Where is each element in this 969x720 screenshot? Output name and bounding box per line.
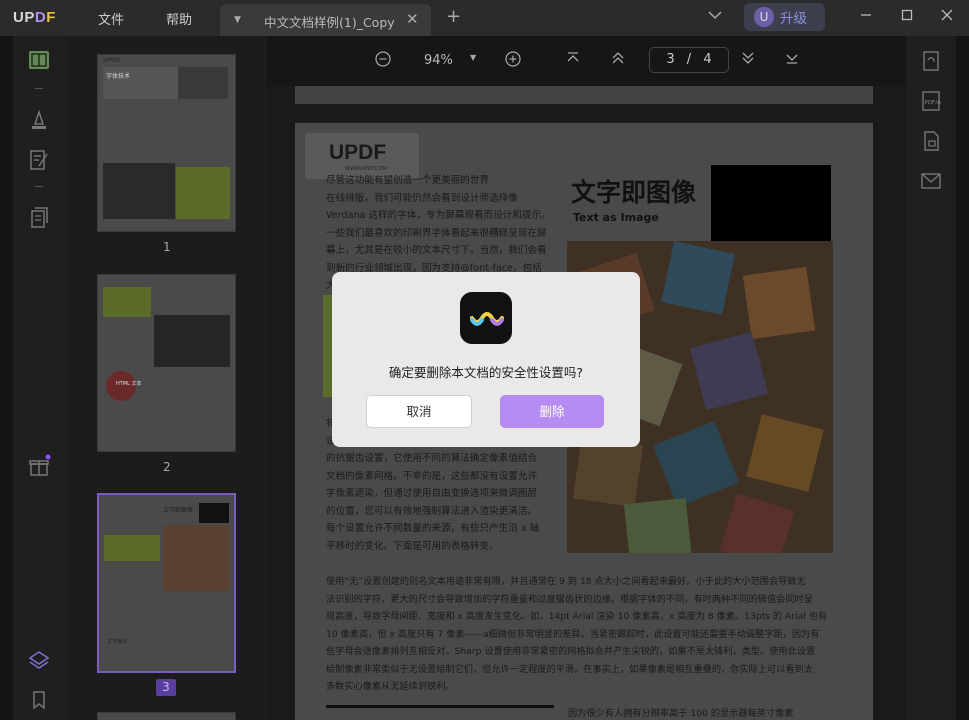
thumb-black-block xyxy=(199,503,229,523)
reader-icon[interactable] xyxy=(27,48,51,72)
menu-help[interactable]: 帮助 xyxy=(166,9,192,28)
tab-title: 中文文档样例(1)_Copy xyxy=(264,15,395,30)
pdfa-icon[interactable]: PDF/A xyxy=(920,90,942,112)
view-toolbar: 94% ▼ 3 / 4 xyxy=(267,36,906,86)
thumb-title: 字体技术 xyxy=(106,73,131,80)
edit-icon[interactable] xyxy=(27,148,51,172)
page-thumbnail-3[interactable]: 文字即图像 文字输出 xyxy=(97,493,236,673)
thumb-image xyxy=(178,67,228,99)
text-line: 幕上，尤其是在较小的文本尺寸下。当然，我们会看 xyxy=(326,245,547,256)
app-logo: UPDF xyxy=(13,9,56,26)
page-thumbnail-2[interactable]: HTML 文本 xyxy=(97,274,236,452)
new-tab-icon[interactable]: + xyxy=(446,6,461,27)
thumb-green-block xyxy=(104,535,160,561)
thumb-title: 文字即图像 xyxy=(163,507,194,514)
black-block xyxy=(711,165,831,241)
upgrade-label: 升级 xyxy=(780,11,807,27)
right-toolbar: PDF/A xyxy=(906,36,956,720)
thumb-image xyxy=(103,163,175,219)
avatar: U xyxy=(754,7,774,27)
thumb-html-label: HTML 文本 xyxy=(116,381,142,387)
text-line: Verdana 这样的字体，专为屏幕观看而设计和提示。 xyxy=(326,210,551,221)
page-separator: / xyxy=(686,52,692,67)
tab-close-icon[interactable]: ✕ xyxy=(406,10,419,28)
divider xyxy=(35,186,43,187)
comment-icon[interactable] xyxy=(27,108,51,132)
thumb-image xyxy=(163,525,229,591)
text-line: 每个设置允许不同数量的来源，有些只产生沿 x 轴 xyxy=(326,523,540,534)
maximize-icon[interactable] xyxy=(900,8,914,26)
zoom-dropdown-icon[interactable]: ▼ xyxy=(470,53,476,62)
close-window-icon[interactable] xyxy=(940,8,954,26)
bookmark-icon[interactable] xyxy=(27,688,51,712)
text-line: 的抗锯齿设置，它使用不同的算法确定像素值结合 xyxy=(326,453,538,464)
page-thumbnail-1[interactable]: UPDF 字体技术 xyxy=(97,54,236,232)
page-number-input[interactable]: 3 / 4 xyxy=(649,47,729,73)
text-line: 法识别的字符，更大的尺寸会导致增加的字符重量和过度锯齿状的边缘。根据字体的不同，… xyxy=(326,593,813,605)
thumb-logo: UPDF xyxy=(103,57,122,64)
first-page-icon[interactable] xyxy=(566,51,580,69)
dialog-message: 确定要删除本文档的安全性设置吗? xyxy=(388,365,584,380)
svg-text:PDF/A: PDF/A xyxy=(925,100,942,106)
text-line: 在线排版，我们可能仍然会看到设计师选择像 xyxy=(326,192,518,204)
last-page-icon[interactable] xyxy=(785,51,799,69)
upgrade-button[interactable]: U 升级 xyxy=(744,3,825,31)
page-thumbnail-4[interactable] xyxy=(97,712,236,720)
total-pages: 4 xyxy=(703,52,712,67)
divider-rule xyxy=(326,705,554,708)
text-line: 的位置，您可以有效地强制算法进入渲染更清洁。 xyxy=(326,505,538,517)
text-line: 文档的像素网格。不幸的是，这些都没有设置允许 xyxy=(326,470,538,482)
text-line: 一些我们最喜欢的印刷界字体看起来很糟糕呈现在屏 xyxy=(326,227,547,239)
thumbnail-number: 1 xyxy=(163,240,171,254)
chevron-down-icon[interactable] xyxy=(708,9,722,24)
bottom-text: 因为很少有人拥有分辨率高于 100 的显示器每英寸像素 xyxy=(568,708,794,719)
ocr-icon[interactable] xyxy=(920,50,942,72)
thumb-green-block xyxy=(176,167,230,219)
organize-pages-icon[interactable] xyxy=(27,206,51,230)
text-line: 平移时的变化。下面是可用的表格转变。 xyxy=(326,540,499,552)
document-tab[interactable]: ▼ 中文文档样例(1)_Copy ✕ xyxy=(220,4,431,36)
layers-icon[interactable] xyxy=(27,648,51,672)
watermark-text: UPDF xyxy=(329,141,387,164)
text-line: 些字母会逐像素排列互相反对。Sharp 设置使用非常紧密的网格拟合并产生尖锐的，… xyxy=(326,646,816,657)
text-line: 绘制像素非常类似于无设置绘制它们，但允许一定程度的平滑。在事实上，如果像素是相互… xyxy=(326,663,813,675)
thumbnail-number-active: 3 xyxy=(156,679,176,696)
text-line: 现高度，导致字母间距、宽度和 x 高度发生变化。如，14pt Arial 渲染 … xyxy=(326,611,828,622)
mail-icon[interactable] xyxy=(920,170,942,192)
left-toolbar xyxy=(13,36,67,720)
thumb-green-block xyxy=(103,287,151,317)
thumb-image xyxy=(154,315,230,367)
thumbnail-number: 2 xyxy=(163,460,171,474)
previous-page-edge xyxy=(295,86,873,104)
divider xyxy=(35,88,43,89)
minimize-icon[interactable] xyxy=(859,8,873,26)
menu-file[interactable]: 文件 xyxy=(98,9,124,28)
current-page: 3 xyxy=(666,52,675,67)
delete-button[interactable]: 删除 xyxy=(500,395,604,428)
next-page-icon[interactable] xyxy=(741,51,755,69)
title-bar: UPDF 文件 帮助 ▼ 中文文档样例(1)_Copy ✕ + U 升级 xyxy=(0,0,969,36)
zoom-out-icon[interactable] xyxy=(375,51,391,71)
page-subheading: Text as Image xyxy=(573,211,659,224)
text-line: 字像素遮染，但通过使用自由变换选项来微调图层 xyxy=(326,488,538,499)
cancel-button[interactable]: 取消 xyxy=(366,395,472,428)
app-window: UPDF 文件 帮助 ▼ 中文文档样例(1)_Copy ✕ + U 升级 UPD… xyxy=(0,0,969,720)
page-heading: 文字即图像 xyxy=(571,178,697,207)
tab-dropdown-icon[interactable]: ▼ xyxy=(234,15,241,25)
scrollbar-area[interactable] xyxy=(956,36,969,720)
zoom-in-icon[interactable] xyxy=(505,51,521,71)
gift-icon[interactable] xyxy=(27,454,51,478)
thumbnail-panel: UPDF 字体技术 1 HTML 文本 2 文字即图像 文字输出 3 xyxy=(67,36,267,720)
text-line: 尽管这功能有望创造一个更美丽的世界 xyxy=(326,175,490,186)
protect-icon[interactable] xyxy=(920,130,942,152)
thumb-footer: 文字输出 xyxy=(107,639,128,645)
text-line: 使用“无”设置创建的别名文本用途非常有限，并且通常在 9 到 18 点大小之间看… xyxy=(326,576,806,587)
text-line: 10 像素高，但 x 高度只有 7 像素——a细微但非常明显的差异。当紧密跟踪时… xyxy=(326,628,820,640)
text-line: 多数实心像素从无延续到锐利。 xyxy=(326,681,455,692)
body-paragraph: 使用“无”设置创建的别名文本用途非常有限，并且通常在 9 到 18 点大小之间看… xyxy=(326,573,827,696)
confirm-dialog: 确定要删除本文档的安全性设置吗? 取消 删除 xyxy=(332,272,640,447)
zoom-level[interactable]: 94% xyxy=(424,53,453,68)
updf-app-icon xyxy=(460,292,512,344)
previous-page-icon[interactable] xyxy=(611,51,625,69)
